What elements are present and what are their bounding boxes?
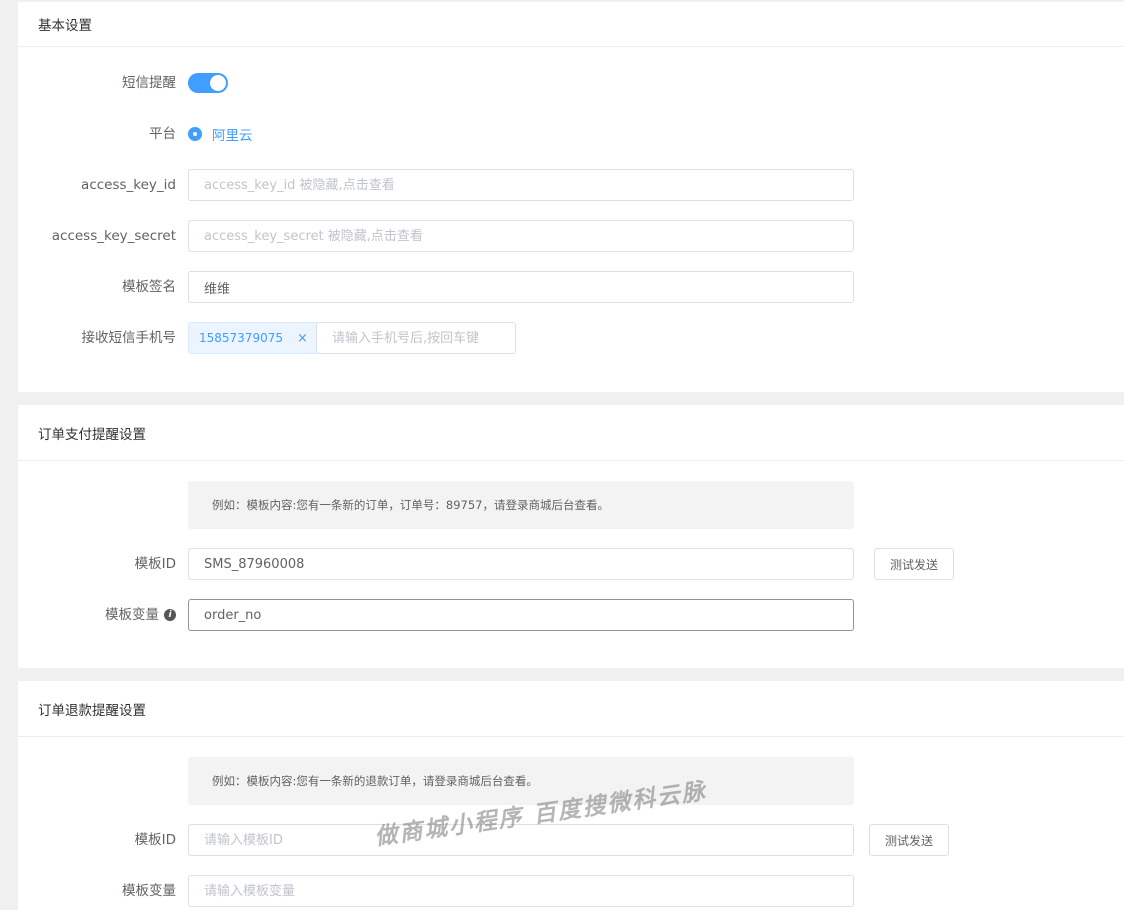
access-key-secret-input[interactable]: [188, 220, 854, 252]
access-key-id-input[interactable]: [188, 169, 854, 201]
refund-template-variable-input[interactable]: [188, 875, 854, 907]
refund-test-send-button[interactable]: 测试发送: [869, 824, 949, 856]
template-id-input[interactable]: [188, 548, 854, 580]
info-icon[interactable]: i: [164, 609, 176, 621]
template-variable-label-text: 模板变量: [105, 607, 159, 623]
phone-tag-text: 15857379075: [199, 331, 283, 345]
basic-settings-card: 基本设置 短信提醒 平台 阿里云 access_key_id access_ke…: [18, 2, 1124, 392]
test-send-button[interactable]: 测试发送: [874, 548, 954, 580]
basic-settings-header: 基本设置: [18, 2, 1124, 47]
basic-settings-title: 基本设置: [38, 18, 92, 34]
order-pay-card: 订单支付提醒设置 例如：模板内容:您有一条新的订单，订单号：89757，请登录商…: [18, 405, 1124, 668]
access-key-secret-row: access_key_secret: [18, 220, 1124, 252]
order-pay-hint: 例如：模板内容:您有一条新的订单，订单号：89757，请登录商城后台查看。: [188, 481, 854, 529]
sign-input[interactable]: [188, 271, 854, 303]
phone-tag: 15857379075 ×: [188, 322, 319, 354]
refund-template-id-label: 模板ID: [134, 832, 176, 848]
order-refund-title: 订单退款提醒设置: [38, 702, 146, 719]
platform-radio-label: 阿里云: [212, 128, 253, 144]
refund-template-variable-label: 模板变量: [122, 883, 176, 899]
refund-template-id-input[interactable]: [188, 824, 854, 856]
sms-toggle[interactable]: [188, 73, 228, 93]
access-key-id-label: access_key_id: [81, 177, 176, 193]
order-pay-template-id-row: 模板ID 测试发送: [18, 548, 1124, 580]
radio-checked-icon: [188, 127, 202, 141]
phone-row: 接收短信手机号 15857379075 ×: [18, 322, 1124, 354]
sms-row: 短信提醒: [18, 67, 1124, 99]
template-variable-label: 模板变量 i: [105, 599, 176, 631]
order-pay-title: 订单支付提醒设置: [38, 426, 146, 443]
order-pay-header: 订单支付提醒设置: [18, 405, 1124, 461]
template-variable-input[interactable]: [188, 599, 854, 631]
template-id-label: 模板ID: [134, 556, 176, 572]
order-refund-variable-row: 模板变量: [18, 875, 1124, 907]
toggle-knob: [210, 75, 226, 91]
order-refund-header: 订单退款提醒设置: [18, 681, 1124, 737]
sign-row: 模板签名: [18, 271, 1124, 303]
access-key-id-row: access_key_id: [18, 169, 1124, 201]
access-key-secret-label: access_key_secret: [51, 228, 176, 244]
platform-label: 平台: [149, 126, 176, 142]
platform-radio-aliyun[interactable]: 阿里云: [188, 118, 253, 150]
order-refund-card: 订单退款提醒设置 例如：模板内容:您有一条新的退款订单，请登录商城后台查看。 模…: [18, 681, 1124, 910]
order-refund-template-id-row: 模板ID 测试发送: [18, 824, 1124, 856]
sms-label: 短信提醒: [122, 75, 176, 91]
phone-label: 接收短信手机号: [81, 330, 177, 346]
phone-input[interactable]: [316, 322, 516, 354]
order-pay-variable-row: 模板变量 i: [18, 599, 1124, 631]
order-refund-hint: 例如：模板内容:您有一条新的退款订单，请登录商城后台查看。: [188, 757, 854, 805]
platform-row: 平台 阿里云: [18, 118, 1124, 150]
close-icon[interactable]: ×: [297, 331, 308, 346]
sign-label: 模板签名: [122, 279, 176, 295]
